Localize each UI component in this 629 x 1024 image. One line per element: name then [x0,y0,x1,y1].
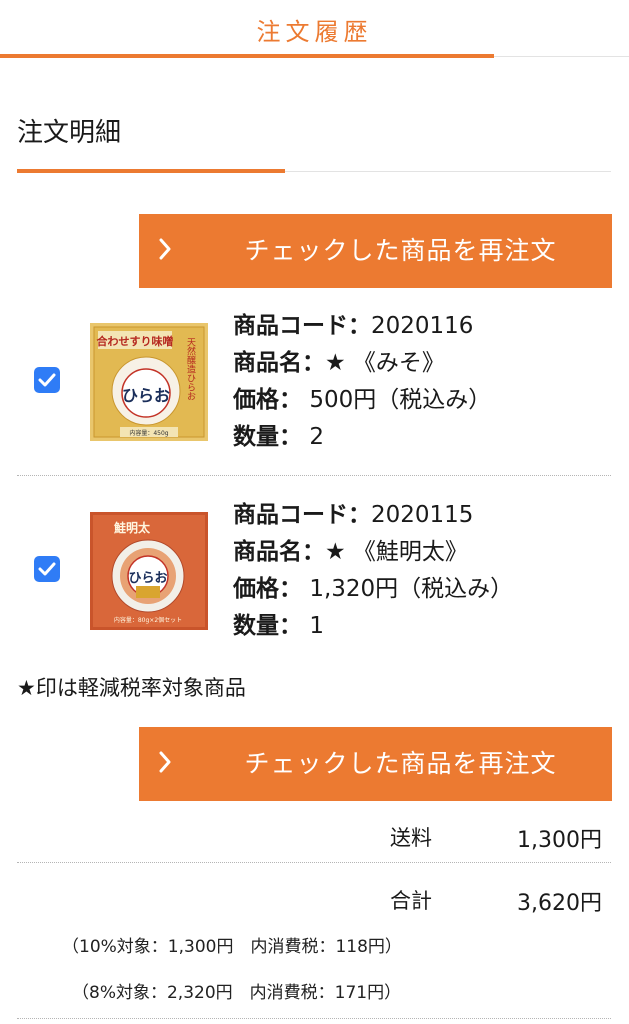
checkmark-icon [38,373,56,387]
salmon-mentaiko-product-image: 鮭明太 ひらお 内容量：80g×2個セット [90,512,208,630]
svg-text:内容量：80g×2個セット: 内容量：80g×2個セット [114,616,182,624]
item-price: 500円（税込み） [309,387,492,413]
item-quantity: 1 [309,613,324,639]
page-title: 注文履歴 [256,18,373,46]
svg-text:天然醸造ひらお: 天然醸造ひらお [185,338,196,401]
item-details: 商品コード：2020116 商品名：★ 《みそ》 価格： 500円（税込み） 数… [233,308,491,456]
total-row: 合計 3,620円 [17,885,611,925]
item-price-label: 価格： [233,576,302,602]
item-quantity-label: 数量： [233,424,302,450]
item-code-label: 商品コード： [233,313,371,339]
item-divider [17,475,611,476]
item-name-label: 商品名： [233,539,325,565]
chevron-right-icon [159,238,171,260]
item-code: 2020115 [371,502,474,528]
item-quantity-label: 数量： [233,613,302,639]
order-item: 合わせすり味噌 ひらお 天然醸造ひらお 内容量：450g 商品コード：20201… [0,306,629,482]
item-price: 1,320円（税込み） [309,576,514,602]
item-quantity-row: 数量： 1 [233,608,513,645]
item-details: 商品コード：2020115 商品名：★ 《鮭明太》 価格： 1,320円（税込み… [233,497,513,645]
item-checkbox[interactable] [34,367,60,393]
order-item: 鮭明太 ひらお 内容量：80g×2個セット 商品コード：2020115 商品名：… [0,495,629,671]
shipping-value: 1,300円 [517,828,602,853]
summary-divider [17,1018,611,1019]
chevron-right-icon [159,751,171,773]
reorder-button-bottom[interactable]: チェックした商品を再注文 [139,727,612,801]
total-value: 3,620円 [517,891,602,916]
checkmark-icon [38,562,56,576]
svg-text:鮭明太: 鮭明太 [113,520,151,535]
svg-text:ひらお: ひらお [128,571,167,586]
tax-8-breakdown: （8%対象：2,320円 内消費税：171円） [72,983,402,1003]
item-quantity: 2 [309,424,324,450]
item-price-row: 価格： 500円（税込み） [233,382,491,419]
item-quantity-row: 数量： 2 [233,419,491,456]
item-name-row: 商品名：★ 《みそ》 [233,345,491,382]
item-code-row: 商品コード：2020115 [233,497,513,534]
item-name: ★ 《みそ》 [325,350,445,376]
item-name: ★ 《鮭明太》 [325,539,468,565]
reorder-button-label: チェックした商品を再注文 [244,749,557,778]
total-label: 合計 [390,889,432,913]
shipping-label: 送料 [390,826,432,850]
item-price-label: 価格： [233,387,302,413]
item-checkbox[interactable] [34,556,60,582]
item-price-row: 価格： 1,320円（税込み） [233,571,513,608]
svg-text:合わせすり味噌: 合わせすり味噌 [97,334,174,348]
item-code-label: 商品コード： [233,502,371,528]
section-title: 注文明細 [17,118,122,148]
item-code-row: 商品コード：2020116 [233,308,491,345]
miso-product-image: 合わせすり味噌 ひらお 天然醸造ひらお 内容量：450g [90,323,208,441]
reorder-button-top[interactable]: チェックした商品を再注文 [139,214,612,288]
reduced-tax-note: ★印は軽減税率対象商品 [17,676,246,700]
svg-text:内容量：450g: 内容量：450g [129,429,168,437]
summary-divider [17,862,611,863]
section-accent-bar [17,169,285,173]
svg-text:ひらお: ひらお [122,386,170,405]
item-code: 2020116 [371,313,474,339]
item-name-label: 商品名： [233,350,325,376]
item-name-row: 商品名：★ 《鮭明太》 [233,534,513,571]
shipping-row: 送料 1,300円 [17,822,611,862]
header-accent-bar [0,54,494,58]
tax-10-breakdown: （10%対象：1,300円 内消費税：118円） [62,937,402,957]
reorder-button-label: チェックした商品を再注文 [244,236,557,265]
